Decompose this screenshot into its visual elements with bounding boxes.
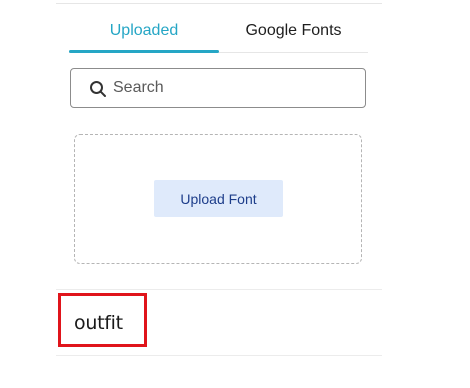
- upload-font-button[interactable]: Upload Font: [154, 180, 283, 217]
- list-divider: [56, 355, 382, 356]
- font-dropzone[interactable]: Upload Font: [74, 134, 362, 264]
- search-box[interactable]: [70, 68, 366, 108]
- font-name: outfit: [74, 312, 123, 334]
- search-icon: [89, 80, 107, 98]
- tab-uploaded[interactable]: Uploaded: [69, 14, 219, 53]
- search-input[interactable]: [113, 69, 353, 107]
- font-source-tabs: Uploaded Google Fonts: [69, 14, 368, 53]
- top-divider: [56, 3, 382, 4]
- tab-google-fonts[interactable]: Google Fonts: [219, 14, 368, 52]
- font-picker-panel: Uploaded Google Fonts Upload Font outfit: [56, 0, 382, 388]
- font-list-item[interactable]: outfit: [56, 290, 382, 355]
